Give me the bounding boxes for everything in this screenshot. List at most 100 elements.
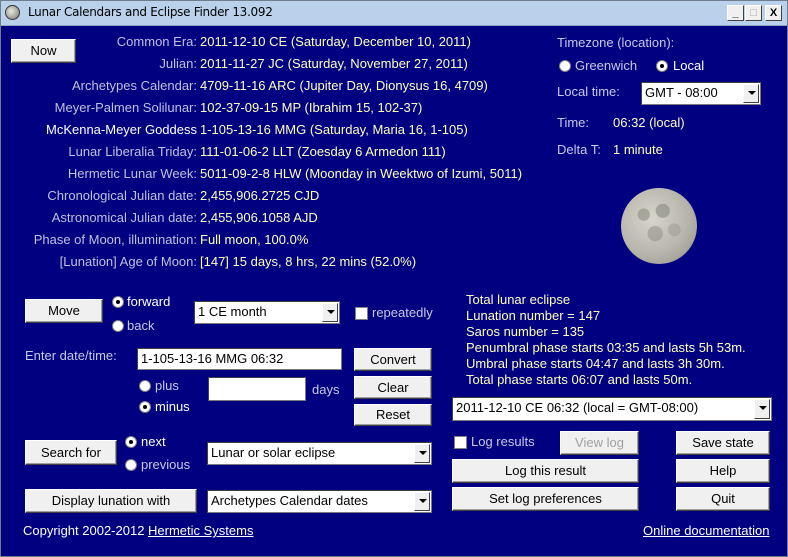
chevron-down-icon[interactable] <box>322 303 338 322</box>
app-window: Lunar Calendars and Eclipse Finder 13.09… <box>0 0 788 557</box>
calendar-value: 2,455,906.2725 CJD <box>200 188 320 203</box>
calendar-label: Lunar Liberalia Triday: <box>68 144 197 159</box>
eclipse-line: Total phase starts 06:07 and lasts 50m. <box>466 372 693 387</box>
close-button[interactable]: X <box>765 5 782 21</box>
full-moon-image <box>621 188 697 264</box>
display-calendar-value: Archetypes Calendar dates <box>211 493 368 508</box>
copyright-text: Copyright 2002-2012 <box>23 523 145 538</box>
calendar-label: Phase of Moon, illumination: <box>33 232 197 247</box>
calendar-value: 2011-11-27 JC (Saturday, November 27, 20… <box>200 56 468 71</box>
plus-label[interactable]: plus <box>155 378 179 393</box>
calendar-value: 111-01-06-2 LLT (Zoesday 6 Armedon 111) <box>200 144 446 159</box>
days-input[interactable] <box>208 377 306 401</box>
calendar-value: Full moon, 100.0% <box>200 232 309 247</box>
convert-button[interactable]: Convert <box>354 348 432 371</box>
chevron-down-icon[interactable] <box>414 444 430 463</box>
main-panel: Now Common Era: 2011-12-10 CE (Saturday, … <box>4 26 784 554</box>
calendar-label: Astronomical Julian date: <box>51 210 197 225</box>
log-results-label[interactable]: Log results <box>471 434 535 449</box>
calendar-label: McKenna-Meyer Goddess <box>45 122 197 137</box>
back-radio[interactable] <box>112 320 124 332</box>
timezone-select[interactable]: GMT - 08:00 <box>641 82 761 105</box>
time-value: 06:32 (local) <box>613 115 685 130</box>
save-state-button[interactable]: Save state <box>676 431 770 455</box>
search-type-select[interactable]: Lunar or solar eclipse <box>207 442 432 465</box>
previous-label[interactable]: previous <box>141 457 190 472</box>
move-interval-value: 1 CE month <box>198 304 267 319</box>
local-time-label: Local time: <box>557 84 620 99</box>
eclipse-info: Total lunar eclipse Lunation number = 14… <box>466 292 746 388</box>
chevron-down-icon[interactable] <box>743 84 759 103</box>
calendar-value: 5011-09-2-8 HLW (Moonday in Weektwo of I… <box>200 166 523 181</box>
calendar-row: Hermetic Lunar Week: 5011-09-2-8 HLW (Moo… <box>4 166 784 184</box>
previous-radio[interactable] <box>125 459 137 471</box>
minimize-button[interactable]: _ <box>727 5 744 21</box>
online-documentation-link[interactable]: Online documentation <box>643 523 769 538</box>
log-this-result-button[interactable]: Log this result <box>452 459 639 483</box>
set-log-preferences-button[interactable]: Set log preferences <box>452 487 639 511</box>
timezone-select-value: GMT - 08:00 <box>645 85 718 100</box>
clear-button[interactable]: Clear <box>354 376 432 399</box>
move-button[interactable]: Move <box>25 299 103 323</box>
repeatedly-checkbox[interactable] <box>355 307 368 320</box>
calendar-label: Hermetic Lunar Week: <box>67 166 197 181</box>
calendar-label: Archetypes Calendar: <box>71 78 197 93</box>
next-label[interactable]: next <box>141 434 166 449</box>
title-bar[interactable]: Lunar Calendars and Eclipse Finder 13.09… <box>1 1 787 26</box>
search-for-button[interactable]: Search for <box>25 440 117 465</box>
timezone-heading: Timezone (location): <box>557 35 675 50</box>
minus-label[interactable]: minus <box>155 399 190 414</box>
hermetic-systems-link[interactable]: Hermetic Systems <box>148 523 253 538</box>
window-title: Lunar Calendars and Eclipse Finder 13.09… <box>28 5 273 19</box>
calendar-label: [Lunation] Age of Moon: <box>59 254 197 269</box>
greenwich-radio[interactable] <box>559 60 571 72</box>
delta-t-value: 1 minute <box>613 142 663 157</box>
eclipse-line: Lunation number = 147 <box>466 308 601 323</box>
eclipse-line: Total lunar eclipse <box>466 292 571 307</box>
calendar-value: 102-37-09-15 MP (Ibrahim 15, 102-37) <box>200 100 423 115</box>
enter-date-label: Enter date/time: <box>25 348 117 363</box>
moon-app-icon <box>5 5 20 20</box>
next-radio[interactable] <box>125 436 137 448</box>
help-button[interactable]: Help <box>676 459 770 483</box>
greenwich-label[interactable]: Greenwich <box>575 58 637 73</box>
eclipse-result-select[interactable]: 2011-12-10 CE 06:32 (local = GMT-08:00) <box>452 397 772 421</box>
chevron-down-icon[interactable] <box>754 399 770 419</box>
time-label: Time: <box>557 115 590 130</box>
forward-label[interactable]: forward <box>127 294 170 309</box>
days-label: days <box>312 382 340 397</box>
calendar-value: 4709-11-16 ARC (Jupiter Day, Dionysus 16… <box>200 78 488 93</box>
maximize-button[interactable]: □ <box>745 5 762 21</box>
quit-button[interactable]: Quit <box>676 487 770 511</box>
back-label[interactable]: back <box>127 318 154 333</box>
local-label[interactable]: Local <box>673 58 704 73</box>
calendar-value: 2,455,906.1058 AJD <box>200 210 318 225</box>
move-interval-select[interactable]: 1 CE month <box>194 301 340 324</box>
calendar-value: [147] 15 days, 8 hrs, 22 mins (52.0%) <box>200 254 417 269</box>
calendar-label: Julian: <box>159 56 197 71</box>
calendar-label: Meyer-Palmen Solilunar: <box>54 100 197 115</box>
search-type-value: Lunar or solar eclipse <box>211 445 336 460</box>
calendar-row: Lunar Liberalia Triday: 111-01-06-2 LLT (… <box>4 144 784 162</box>
reset-button[interactable]: Reset <box>354 404 432 426</box>
chevron-down-icon[interactable] <box>414 492 430 511</box>
calendar-value: 2011-12-10 CE (Saturday, December 10, 20… <box>200 34 471 49</box>
date-time-input[interactable]: 1-105-13-16 MMG 06:32 <box>137 348 342 370</box>
view-log-button[interactable]: View log <box>560 431 639 455</box>
display-lunation-button[interactable]: Display lunation with <box>25 489 197 513</box>
local-radio[interactable] <box>656 60 668 72</box>
eclipse-line: Saros number = 135 <box>466 324 585 339</box>
delta-t-label: Delta T: <box>557 142 601 157</box>
plus-radio[interactable] <box>139 380 151 392</box>
minus-radio[interactable] <box>139 401 151 413</box>
display-calendar-select[interactable]: Archetypes Calendar dates <box>207 490 432 513</box>
calendar-label: Common Era: <box>116 34 197 49</box>
calendar-label: Chronological Julian date: <box>47 188 197 203</box>
eclipse-line: Penumbral phase starts 03:35 and lasts 5… <box>466 340 746 355</box>
eclipse-line: Umbral phase starts 04:47 and lasts 3h 3… <box>466 356 725 371</box>
eclipse-result-value: 2011-12-10 CE 06:32 (local = GMT-08:00) <box>456 400 699 415</box>
log-results-checkbox[interactable] <box>454 436 467 449</box>
calendar-value: 1-105-13-16 MMG (Saturday, Maria 16, 1-1… <box>200 122 468 137</box>
repeatedly-label[interactable]: repeatedly <box>372 305 433 320</box>
forward-radio[interactable] <box>112 296 124 308</box>
